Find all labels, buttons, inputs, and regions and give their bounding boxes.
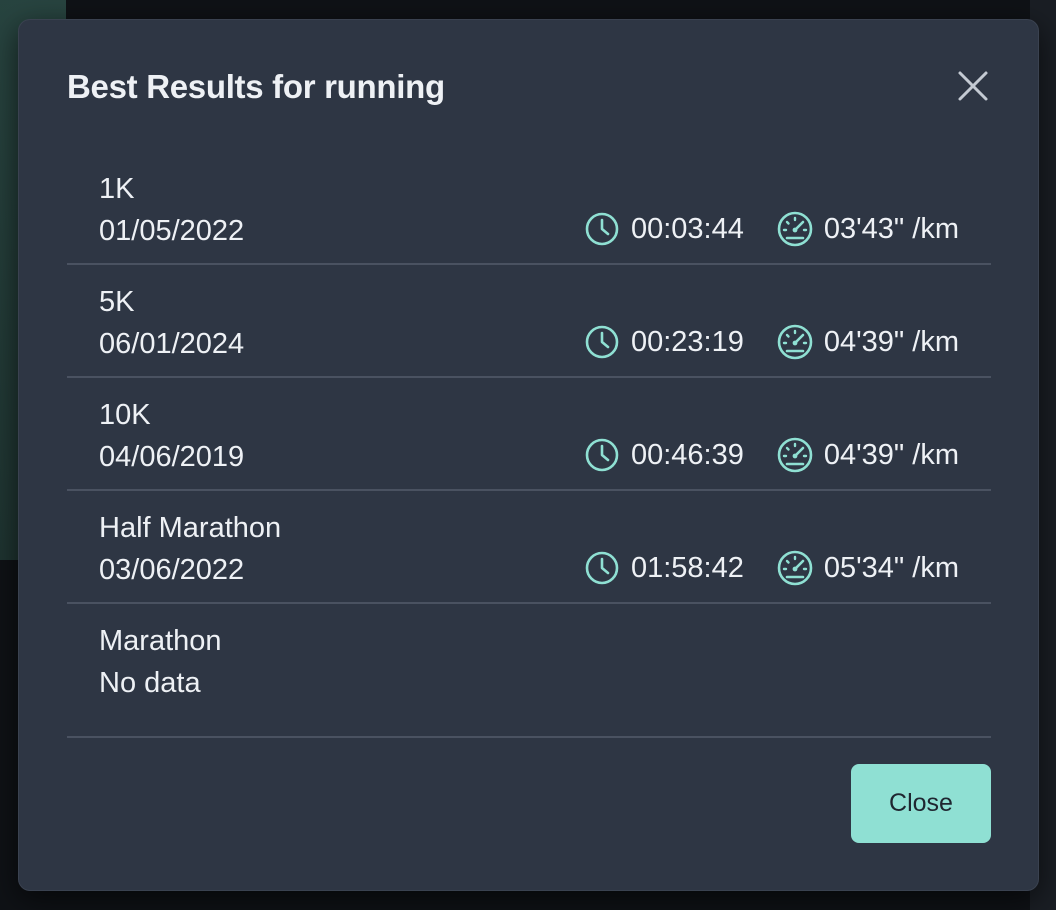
best-results-dialog: Best Results for running 1K 01/05/2022 0…: [18, 19, 1039, 891]
result-distance: Marathon: [99, 625, 222, 657]
result-date: No data: [99, 667, 201, 699]
result-row-marathon: Marathon No data: [67, 604, 991, 738]
result-distance: 5K: [99, 286, 135, 318]
result-time: 01:58:42: [583, 549, 744, 587]
results-list: 1K 01/05/2022 00:03:44 03'43" /km 5K 06/…: [67, 152, 991, 738]
result-row-1k: 1K 01/05/2022 00:03:44 03'43" /km: [67, 152, 991, 265]
result-pace-value: 04'39" /km: [823, 325, 959, 358]
result-pace: 03'43" /km: [776, 210, 959, 248]
clock-icon: [583, 323, 621, 361]
speedometer-icon: [776, 436, 814, 474]
clock-icon: [583, 436, 621, 474]
result-distance: 1K: [99, 173, 135, 205]
result-time: 00:23:19: [583, 323, 744, 361]
result-pace: 04'39" /km: [776, 436, 959, 474]
clock-icon: [583, 549, 621, 587]
speedometer-icon: [776, 323, 814, 361]
result-date: 03/06/2022: [99, 554, 245, 586]
result-pace-value: 04'39" /km: [823, 438, 959, 471]
result-pace: 05'34" /km: [776, 549, 959, 587]
result-date: 04/06/2019: [99, 441, 245, 473]
result-stats: 00:46:39 04'39" /km: [583, 436, 959, 474]
result-pace: 04'39" /km: [776, 323, 959, 361]
result-row-10k: 10K 04/06/2019 00:46:39 04'39" /km: [67, 378, 991, 491]
close-icon[interactable]: [953, 66, 993, 106]
result-date: 06/01/2024: [99, 328, 245, 360]
result-distance: Half Marathon: [99, 512, 282, 544]
result-pace-value: 05'34" /km: [823, 551, 959, 584]
result-stats: 00:23:19 04'39" /km: [583, 323, 959, 361]
speedometer-icon: [776, 210, 814, 248]
result-time-value: 01:58:42: [630, 551, 744, 584]
clock-icon: [583, 210, 621, 248]
result-date: 01/05/2022: [99, 215, 245, 247]
dialog-title: Best Results for running: [67, 68, 445, 105]
result-pace-value: 03'43" /km: [823, 212, 959, 245]
result-row-half-marathon: Half Marathon 03/06/2022 01:58:42 05'34"…: [67, 491, 991, 604]
result-time-value: 00:46:39: [630, 438, 744, 471]
result-stats: 01:58:42 05'34" /km: [583, 549, 959, 587]
result-stats: 00:03:44 03'43" /km: [583, 210, 959, 248]
result-distance: 10K: [99, 399, 151, 431]
close-button[interactable]: Close: [851, 764, 991, 843]
result-time-value: 00:03:44: [630, 212, 744, 245]
result-time-value: 00:23:19: [630, 325, 744, 358]
result-time: 00:46:39: [583, 436, 744, 474]
result-row-5k: 5K 06/01/2024 00:23:19 04'39" /km: [67, 265, 991, 378]
speedometer-icon: [776, 549, 814, 587]
result-time: 00:03:44: [583, 210, 744, 248]
